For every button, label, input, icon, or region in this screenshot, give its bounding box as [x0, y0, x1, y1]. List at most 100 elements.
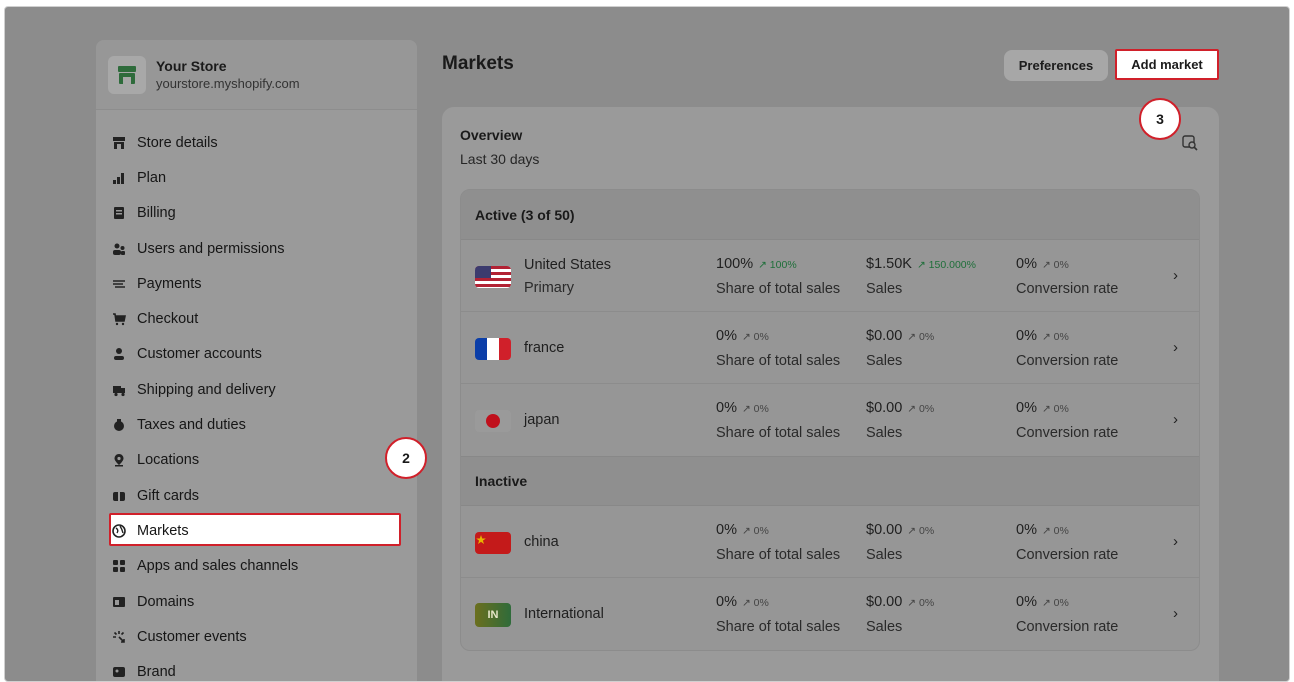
- brand-icon: [112, 665, 126, 679]
- sidebar-item-users[interactable]: Users and permissions: [96, 231, 417, 266]
- sales-metric: $0.00 ↗ 0% Sales: [866, 399, 934, 443]
- page-title: Markets: [442, 53, 514, 74]
- store-name: Your Store: [156, 57, 227, 74]
- sidebar-item-label: Domains: [137, 593, 195, 610]
- app-window: Your Store yourstore.myshopify.com Store…: [4, 6, 1290, 682]
- billing-icon: [112, 206, 126, 220]
- international-badge-icon: IN: [475, 603, 511, 627]
- location-pin-icon: [112, 453, 126, 467]
- share-metric: 0% ↗ 0% Share of total sales: [716, 593, 840, 637]
- conversion-trend: ↗ 0%: [1041, 525, 1069, 537]
- market-name: International: [524, 606, 604, 622]
- share-metric: 0% ↗ 0% Share of total sales: [716, 399, 840, 443]
- share-label: Share of total sales: [716, 425, 841, 441]
- us-flag-icon: [475, 266, 511, 288]
- sidebar-item-label: Taxes and duties: [137, 417, 246, 434]
- sidebar-item-plan[interactable]: Plan: [96, 160, 417, 195]
- share-label: Share of total sales: [716, 281, 841, 297]
- conversion-metric: 0% ↗ 0% Conversion rate: [1016, 593, 1118, 637]
- market-row[interactable]: france 0% ↗ 0% Share of total sales $0.00…: [461, 312, 1199, 384]
- international-badge-text: IN: [487, 609, 499, 621]
- chevron-right-icon[interactable]: ›: [1173, 411, 1178, 428]
- market-primary-label: Primary: [524, 280, 574, 296]
- share-value: 100%: [716, 256, 754, 272]
- step-2-marker: 2: [385, 437, 427, 479]
- share-value: 0%: [716, 522, 737, 538]
- search-filter-icon[interactable]: [1182, 135, 1198, 156]
- inactive-section-heading: Inactive: [461, 456, 1199, 506]
- sales-label: Sales: [866, 547, 903, 563]
- market-row[interactable]: IN International 0% ↗ 0% Share of total s…: [461, 578, 1199, 650]
- sidebar-item-taxes[interactable]: Taxes and duties: [96, 407, 417, 442]
- sidebar-item-locations[interactable]: Locations: [96, 443, 417, 478]
- sales-value: $0.00: [866, 522, 903, 538]
- sales-value: $0.00: [866, 594, 903, 610]
- step-3-marker: 3: [1139, 98, 1181, 140]
- sidebar-item-domains[interactable]: Domains: [96, 584, 417, 619]
- payments-icon: [112, 277, 126, 291]
- preferences-button[interactable]: Preferences: [1004, 50, 1108, 81]
- sales-trend: ↗ 150.000%: [916, 259, 976, 271]
- sidebar-item-apps[interactable]: Apps and sales channels: [96, 549, 417, 584]
- sidebar-item-customer-events[interactable]: Customer events: [96, 619, 417, 654]
- sales-trend: ↗ 0%: [907, 331, 935, 343]
- sales-value: $1.50K: [866, 256, 912, 272]
- domains-icon: [112, 595, 126, 609]
- sales-label: Sales: [866, 619, 903, 635]
- sidebar-item-label: Payments: [137, 275, 202, 292]
- chevron-right-icon[interactable]: ›: [1173, 339, 1178, 356]
- events-icon: [112, 630, 126, 644]
- sidebar-item-store-details[interactable]: Store details: [96, 125, 417, 160]
- sales-trend: ↗ 0%: [907, 597, 935, 609]
- sidebar-item-customer-accounts[interactable]: Customer accounts: [96, 337, 417, 372]
- share-value: 0%: [716, 328, 737, 344]
- conversion-value: 0%: [1016, 594, 1037, 610]
- sidebar-item-label: Brand: [137, 664, 176, 681]
- market-name: france: [524, 340, 565, 356]
- truck-icon: [112, 383, 126, 397]
- market-row[interactable]: china 0% ↗ 0% Share of total sales $0.00 ↗…: [461, 506, 1199, 578]
- sidebar-item-gift-cards[interactable]: Gift cards: [96, 478, 417, 513]
- conversion-label: Conversion rate: [1016, 619, 1119, 635]
- share-value: 0%: [716, 400, 737, 416]
- share-trend: ↗ 0%: [741, 597, 769, 609]
- sales-value: $0.00: [866, 400, 903, 416]
- sidebar-item-label: Checkout: [137, 311, 199, 328]
- market-row[interactable]: japan 0% ↗ 0% Share of total sales $0.00 ↗…: [461, 384, 1199, 456]
- chevron-right-icon[interactable]: ›: [1173, 605, 1178, 622]
- sidebar-item-checkout[interactable]: Checkout: [96, 301, 417, 336]
- sidebar-item-payments[interactable]: Payments: [96, 266, 417, 301]
- share-label: Share of total sales: [716, 547, 841, 563]
- share-metric: 0% ↗ 0% Share of total sales: [716, 327, 840, 371]
- taxes-icon: [112, 418, 126, 432]
- sidebar-item-brand[interactable]: Brand: [96, 654, 417, 681]
- conversion-value: 0%: [1016, 522, 1037, 538]
- sales-metric: $0.00 ↗ 0% Sales: [866, 593, 934, 637]
- store-header[interactable]: Your Store yourstore.myshopify.com: [96, 40, 417, 110]
- sidebar-item-shipping[interactable]: Shipping and delivery: [96, 372, 417, 407]
- cart-icon: [112, 312, 126, 326]
- sidebar-item-markets[interactable]: Markets: [96, 513, 417, 548]
- share-label: Share of total sales: [716, 619, 841, 635]
- chevron-right-icon[interactable]: ›: [1173, 533, 1178, 550]
- overview-period: Last 30 days: [460, 151, 540, 167]
- sidebar-item-label: Customer accounts: [137, 346, 262, 363]
- conversion-trend: ↗ 0%: [1041, 331, 1069, 343]
- overview-card: Overview Last 30 days Active (3 of 50) U…: [442, 107, 1219, 681]
- sidebar-item-billing[interactable]: Billing: [96, 196, 417, 231]
- sidebar-item-label: Users and permissions: [137, 240, 285, 257]
- conversion-metric: 0% ↗ 0% Conversion rate: [1016, 521, 1118, 565]
- add-market-button[interactable]: Add market: [1115, 49, 1219, 80]
- sales-trend: ↗ 0%: [907, 525, 935, 537]
- sales-label: Sales: [866, 425, 903, 441]
- market-row[interactable]: United States Primary 100% ↗ 100% Share o…: [461, 240, 1199, 312]
- share-trend: ↗ 0%: [741, 403, 769, 415]
- sidebar-item-label: Shipping and delivery: [137, 381, 276, 398]
- market-name: china: [524, 534, 559, 550]
- chevron-right-icon[interactable]: ›: [1173, 267, 1178, 284]
- active-section-heading: Active (3 of 50): [461, 190, 1199, 240]
- japan-flag-icon: [475, 410, 511, 432]
- sidebar-item-label: Store details: [137, 134, 218, 151]
- conversion-trend: ↗ 0%: [1041, 403, 1069, 415]
- sidebar-item-label: Customer events: [137, 628, 247, 645]
